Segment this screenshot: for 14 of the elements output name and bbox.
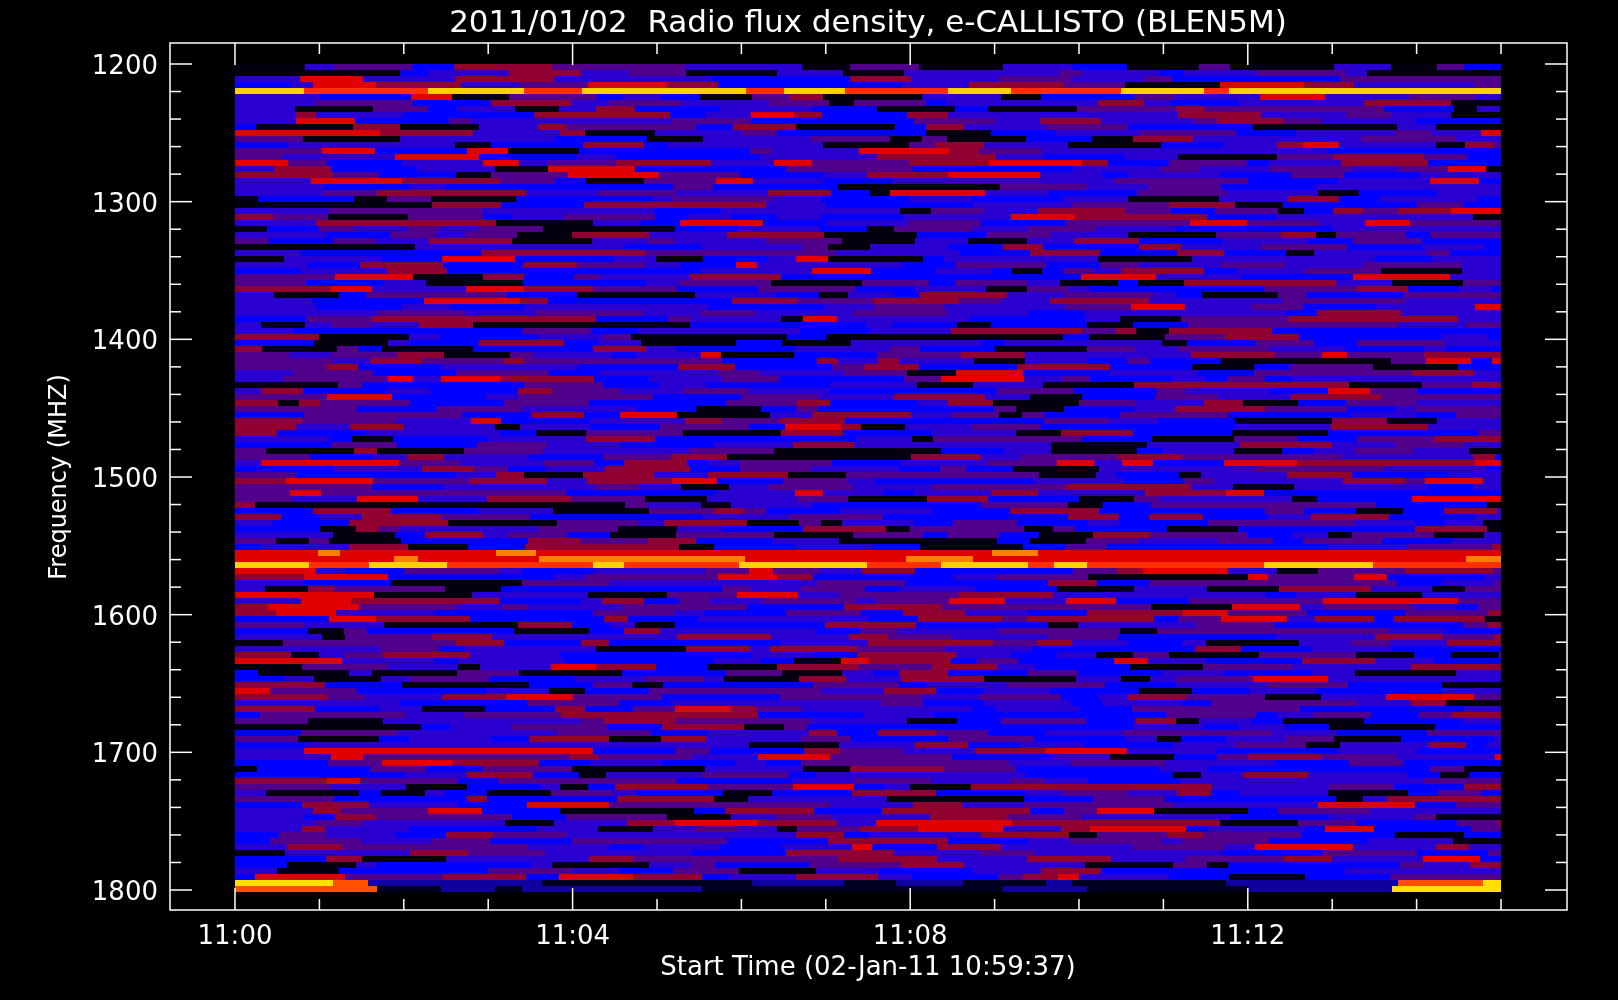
x-axis-label: Start Time (02-Jan-11 10:59:37)	[660, 951, 1076, 981]
y-axis-label: Frequency (MHZ)	[44, 374, 72, 580]
x-tick-label: 11:12	[1210, 920, 1286, 950]
y-tick-label: 1500	[91, 463, 158, 493]
x-tick-label: 11:00	[197, 920, 273, 950]
y-tick-label: 1800	[91, 876, 158, 906]
chart-title: 2011/01/02 Radio flux density, e-CALLISTO (BLEN5M)	[449, 3, 1287, 39]
y-tick-label: 1400	[91, 325, 158, 356]
y-tick-label: 1200	[91, 50, 158, 80]
x-tick-label: 11:08	[872, 920, 948, 950]
y-tick-label: 1600	[91, 600, 158, 631]
y-tick-label: 1300	[91, 187, 158, 218]
y-tick-label: 1700	[91, 738, 158, 769]
x-tick-label: 11:04	[535, 920, 611, 950]
